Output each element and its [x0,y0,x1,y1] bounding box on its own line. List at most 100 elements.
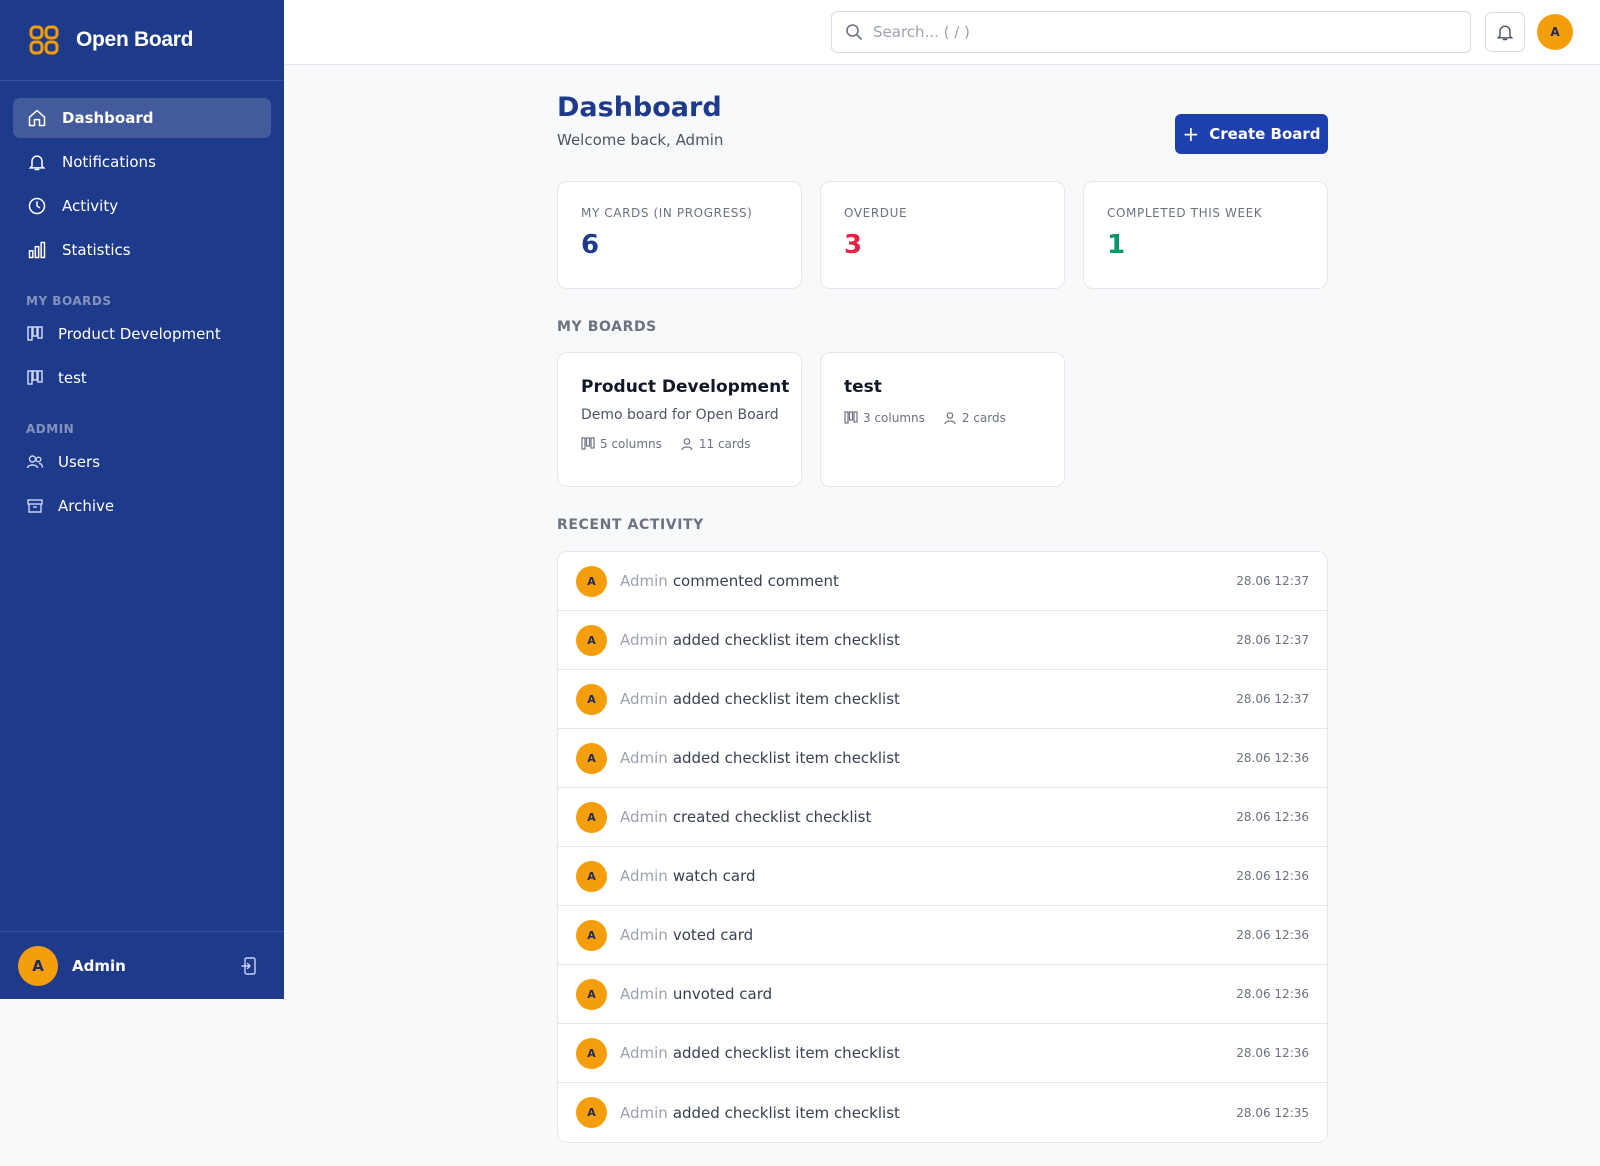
board-card-product-development[interactable]: Product Development Demo board for Open … [557,352,802,487]
activity-time: 28.06 12:36 [1236,810,1309,824]
stat-value: 1 [1107,230,1126,260]
sidebar-board-product-development[interactable]: Product Development [13,314,271,354]
create-board-label: Create Board [1209,125,1321,143]
bell-icon [26,151,48,173]
sidebar-board-test[interactable]: test [13,358,271,398]
logo-icon [28,24,60,56]
stat-card-completed: COMPLETED THIS WEEK 1 [1083,181,1328,289]
activity-user: Admin [620,690,668,708]
search-bar[interactable] [831,11,1471,53]
activity-row[interactable]: A Admin unvoted card 28.06 12:36 [558,965,1327,1024]
my-boards-heading: MY BOARDS [557,319,657,335]
activity-text: added checklist item checklist [672,690,900,708]
sidebar-item-label: Archive [58,497,115,515]
user-name: Admin [72,956,126,975]
activity-row[interactable]: A Admin added checklist item checklist 28.0… [558,670,1327,729]
activity-user: Admin [620,572,668,590]
sidebar-item-label: Dashboard [62,109,154,127]
activity-text: created checklist checklist [672,808,872,826]
activity-text: added checklist item checklist [672,1044,900,1062]
notifications-button[interactable] [1485,12,1525,52]
avatar: A [576,801,607,833]
search-icon [845,23,863,41]
activity-user: Admin [620,985,668,1003]
sidebar-item-label: Users [58,453,101,471]
users-icon [26,453,44,471]
stat-card-in-progress: MY CARDS (IN PROGRESS) 6 [557,181,802,289]
clock-icon [26,195,48,217]
cards-count: 11 cards [698,437,751,451]
avatar: A [576,1097,607,1128]
user-avatar-button[interactable]: A [1537,14,1573,50]
sidebar-item-label: Activity [62,197,119,215]
brand[interactable]: Open Board [0,0,284,81]
activity-text: added checklist item checklist [672,1103,900,1122]
activity-text: added checklist item checklist [672,749,900,767]
stats-row: MY CARDS (IN PROGRESS) 6 OVERDUE 3 COMPL… [557,181,1328,289]
stat-card-overdue: OVERDUE 3 [820,181,1065,289]
sidebar-item-archive[interactable]: Archive [13,486,271,526]
activity-time: 28.06 12:37 [1236,633,1309,647]
activity-user: Admin [620,749,668,767]
search-input[interactable] [873,23,1433,41]
sidebar-user: A Admin [0,931,284,999]
activity-time: 28.06 12:37 [1236,692,1309,706]
activity-user: Admin [620,808,668,826]
activity-time: 28.06 12:36 [1236,987,1309,1001]
columns-count: 3 columns [863,411,925,425]
page-title: Dashboard [557,92,722,123]
stat-value: 3 [844,230,863,260]
activity-time: 28.06 12:36 [1236,1046,1309,1060]
activity-text: voted card [672,926,754,944]
activity-user: Admin [620,1044,668,1062]
create-board-button[interactable]: + Create Board [1175,114,1328,154]
activity-row[interactable]: A Admin voted card 28.06 12:36 [558,906,1327,965]
activity-user: Admin [620,1103,668,1122]
sidebar-item-users[interactable]: Users [13,442,271,482]
activity-time: 28.06 12:37 [1236,574,1309,588]
activity-time: 28.06 12:36 [1236,751,1309,765]
activity-row[interactable]: A Admin added checklist item checklist 28.0… [558,729,1327,788]
sidebar-item-notifications[interactable]: Notifications [13,142,271,182]
cards-count: 2 cards [961,411,1006,425]
board-meta: 3 columns 2 cards [844,411,1064,425]
sidebar-item-statistics[interactable]: Statistics [13,230,271,270]
board-description: Demo board for Open Board [581,407,779,423]
avatar[interactable]: A [18,945,58,986]
activity-time: 28.06 12:36 [1236,869,1309,883]
activity-row[interactable]: A Admin added checklist item checklist 28.0… [558,1024,1327,1083]
bell-icon [1495,22,1515,42]
app-name: Open Board [76,28,194,51]
avatar: A [576,624,607,656]
activity-time: 28.06 12:35 [1236,1105,1309,1120]
archive-icon [26,497,44,515]
logout-icon[interactable] [240,956,260,976]
columns-icon [844,411,858,425]
sidebar-item-label: Notifications [62,153,156,171]
activity-row[interactable]: A Admin added checklist item checklist 28.0… [558,1083,1327,1142]
activity-row[interactable]: A Admin watch card 28.06 12:36 [558,847,1327,906]
sidebar-item-dashboard[interactable]: Dashboard [13,98,271,138]
activity-row[interactable]: A Admin created checklist checklist 28.06 1… [558,788,1327,847]
activity-user: Admin [620,631,668,649]
user-icon [943,411,957,425]
columns-icon [581,437,595,451]
board-title: Product Development [581,377,790,397]
stat-value: 6 [581,230,600,260]
board-card-test[interactable]: test 3 columns 2 cards [820,352,1065,487]
avatar: A [576,683,607,715]
bar-chart-icon [26,239,48,261]
avatar: A [576,565,607,597]
sidebar-item-label: Product Development [58,325,221,343]
activity-row[interactable]: A Admin commented comment 28.06 12:37 [558,552,1327,611]
user-icon [680,437,694,451]
avatar: A [576,919,607,951]
avatar: A [576,860,607,892]
stat-label: OVERDUE [844,206,908,220]
stat-label: COMPLETED THIS WEEK [1107,206,1263,220]
sidebar-item-activity[interactable]: Activity [13,186,271,226]
activity-row[interactable]: A Admin added checklist item checklist 28.0… [558,611,1327,670]
stat-label: MY CARDS (IN PROGRESS) [581,206,753,220]
board-title: test [844,377,882,397]
sidebar-nav: Dashboard Notifications Activity Statist… [0,81,284,526]
